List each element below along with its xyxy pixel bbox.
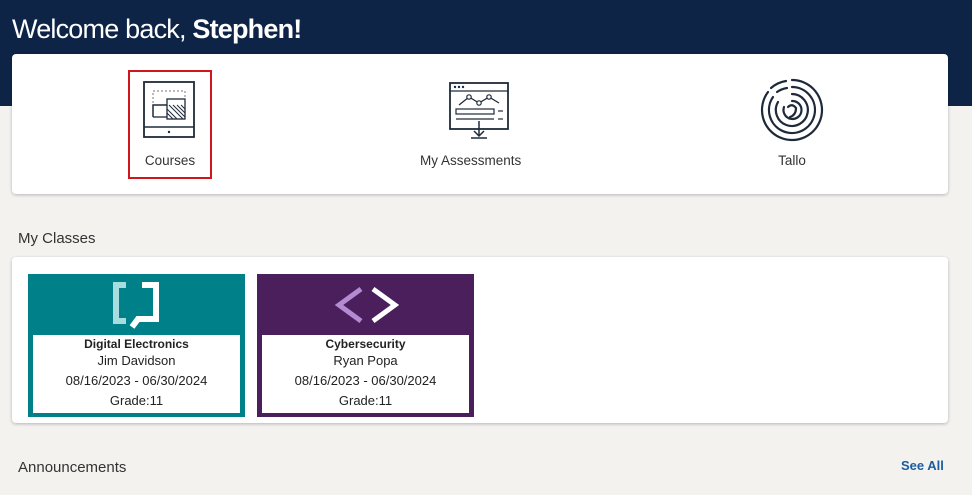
- class-name: Cybersecurity: [325, 337, 406, 351]
- class-dates: 08/16/2023 - 06/30/2024: [294, 373, 437, 388]
- code-brackets-icon: [334, 286, 399, 323]
- courses-tile[interactable]: Courses: [128, 54, 212, 194]
- my-classes-heading: My Classes: [18, 230, 96, 247]
- class-teacher: Jim Davidson: [97, 353, 176, 368]
- tallo-icon: [760, 78, 824, 142]
- class-grade: Grade:11: [109, 393, 164, 408]
- welcome-message: Welcome back, Stephen!: [12, 14, 302, 45]
- class-card-header: [28, 274, 245, 335]
- class-dates: 08/16/2023 - 06/30/2024: [65, 373, 208, 388]
- my-assessments-tile-label: My Assessments: [420, 153, 522, 168]
- class-card-details: Cybersecurity Ryan Popa 08/16/2023 - 06/…: [262, 335, 469, 413]
- class-card-digital-electronics[interactable]: Digital Electronics Jim Davidson 08/16/2…: [28, 274, 245, 417]
- tallo-tile[interactable]: Tallo: [752, 54, 832, 194]
- my-assessments-tile[interactable]: My Assessments: [420, 54, 540, 194]
- courses-icon: [143, 81, 195, 138]
- class-card-details: Digital Electronics Jim Davidson 08/16/2…: [33, 335, 240, 413]
- quick-links-card: Courses My Assessments Tallo: [12, 54, 948, 194]
- see-all-link[interactable]: See All: [901, 458, 944, 473]
- my-classes-card: Digital Electronics Jim Davidson 08/16/2…: [12, 257, 948, 423]
- announcements-heading: Announcements: [18, 459, 127, 476]
- class-card-header: [257, 274, 474, 335]
- class-card-cybersecurity[interactable]: Cybersecurity Ryan Popa 08/16/2023 - 06/…: [257, 274, 474, 417]
- class-name: Digital Electronics: [84, 337, 189, 351]
- tallo-tile-label: Tallo: [778, 153, 806, 168]
- bracket-display-icon: [112, 281, 159, 329]
- user-name: Stephen!: [192, 14, 302, 44]
- class-grade: Grade:11: [338, 393, 393, 408]
- class-teacher: Ryan Popa: [333, 353, 398, 368]
- greeting-text: Welcome back,: [12, 14, 186, 44]
- assessments-icon: [449, 82, 509, 139]
- courses-tile-label: Courses: [144, 153, 196, 168]
